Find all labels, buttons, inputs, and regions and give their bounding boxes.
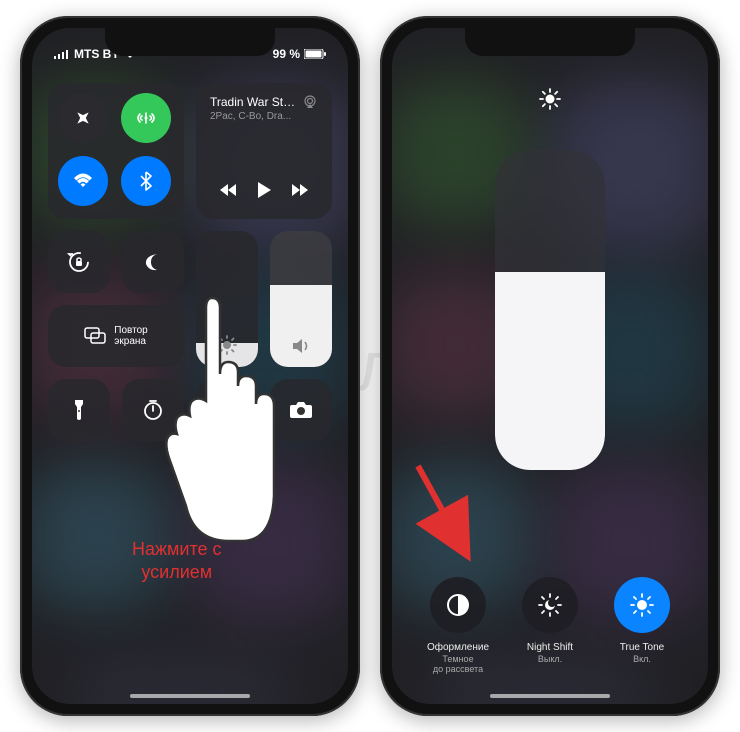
appearance-icon [445, 592, 471, 618]
appearance-button[interactable] [430, 577, 486, 633]
home-indicator-right [490, 694, 610, 698]
camera-icon [289, 401, 313, 419]
bluetooth-button[interactable] [121, 156, 171, 206]
true-tone-button[interactable] [614, 577, 670, 633]
volume-slider[interactable] [270, 231, 332, 367]
play-icon[interactable] [256, 181, 272, 199]
notch [105, 28, 275, 56]
big-brightness-fill [495, 272, 605, 470]
camera-button[interactable] [270, 379, 332, 441]
screen-mirror-button[interactable]: Повтор экрана [48, 305, 184, 367]
connectivity-tile[interactable] [48, 83, 184, 219]
calculator-icon [216, 399, 238, 421]
wifi-button[interactable] [58, 156, 108, 206]
bluetooth-icon [140, 171, 152, 191]
cellular-button[interactable] [121, 93, 171, 143]
flashlight-icon [72, 399, 86, 421]
airplane-button[interactable] [58, 93, 108, 143]
phone-right: Оформление Темное до рассвета Night Shif… [380, 16, 720, 716]
night-shift-button[interactable] [522, 577, 578, 633]
music-tile[interactable]: Tradin War Stori... 2Pac, C-Bo, Dra... [196, 83, 332, 219]
true-tone-icon [629, 592, 655, 618]
volume-icon [291, 337, 311, 355]
screen-mirror-icon [84, 327, 106, 345]
screen-right: Оформление Темное до рассвета Night Shif… [392, 28, 708, 704]
appearance-sublabel: Темное до рассвета [427, 654, 489, 674]
true-tone-sublabel: Вкл. [620, 654, 664, 664]
battery-icon [304, 49, 326, 59]
music-artist: 2Pac, C-Bo, Dra... [210, 111, 300, 122]
timer-icon [142, 399, 164, 421]
signal-icon [54, 49, 70, 59]
cellular-icon [135, 107, 157, 129]
home-indicator [130, 694, 250, 698]
moon-icon [143, 252, 163, 272]
appearance-label: Оформление [427, 641, 489, 654]
brightness-panel: Оформление Темное до рассвета Night Shif… [392, 28, 708, 704]
dnd-button[interactable] [122, 231, 184, 293]
sun-icon [217, 335, 237, 355]
orientation-lock-button[interactable] [48, 231, 110, 293]
screen-left: MTS BY 99 % [32, 28, 348, 704]
prev-track-icon[interactable] [218, 182, 240, 198]
screen-mirror-label: Повтор экрана [114, 325, 147, 347]
night-shift-icon [537, 592, 563, 618]
true-tone-label: True Tone [620, 641, 664, 654]
wifi-button-icon [72, 172, 94, 190]
night-shift-sublabel: Выкл. [527, 654, 573, 664]
music-title: Tradin War Stori... [210, 95, 300, 109]
airplane-icon [73, 108, 93, 128]
orientation-lock-icon [67, 250, 91, 274]
night-shift-label: Night Shift [527, 641, 573, 654]
brightness-slider[interactable] [196, 231, 258, 367]
instruction-text: Нажмите с усилием [132, 538, 222, 585]
battery-label: 99 % [273, 47, 300, 61]
timer-button[interactable] [122, 379, 184, 441]
next-track-icon[interactable] [288, 182, 310, 198]
flashlight-button[interactable] [48, 379, 110, 441]
airplay-icon[interactable] [302, 95, 318, 109]
phone-left: MTS BY 99 % [20, 16, 360, 716]
bottom-controls: Оформление Темное до рассвета Night Shif… [392, 577, 708, 674]
big-brightness-slider[interactable] [495, 150, 605, 470]
sun-top-icon [539, 88, 561, 110]
notch-right [465, 28, 635, 56]
calculator-button[interactable] [196, 379, 258, 441]
control-center: Tradin War Stori... 2Pac, C-Bo, Dra... [48, 83, 332, 453]
